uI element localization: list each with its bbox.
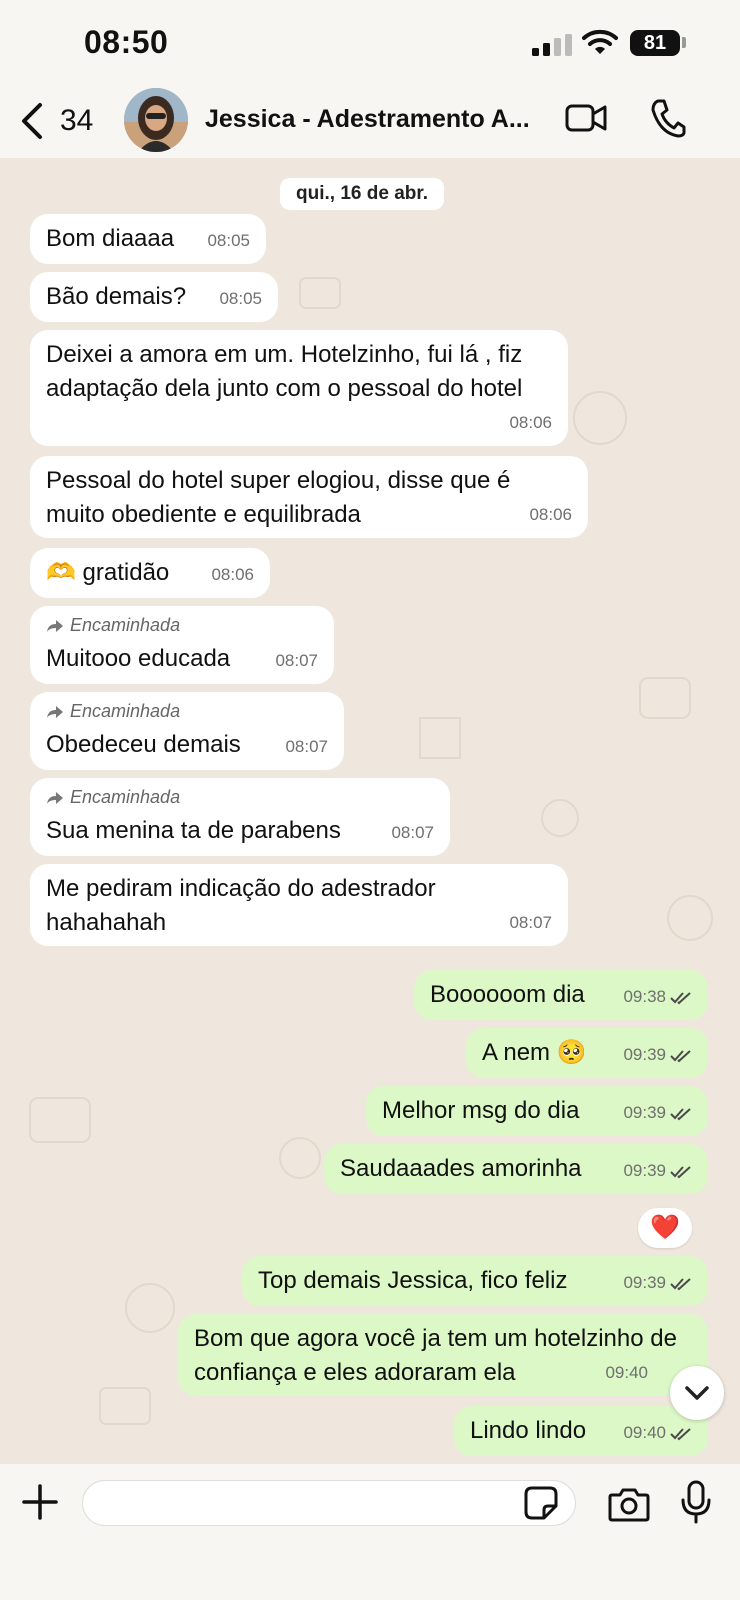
outgoing-message[interactable]: Melhor msg do dia 09:39 [366, 1086, 708, 1136]
message-text: Me pediram indicação do adestrador hahah… [46, 875, 436, 936]
double-check-icon [670, 1428, 691, 1441]
message-text: Muitooo educada [46, 645, 231, 672]
message-text: Boooooom dia [430, 981, 585, 1008]
message-time: 08:06 [509, 413, 552, 432]
date-separator: qui., 16 de abr. [280, 178, 444, 210]
video-camera-icon[interactable] [565, 100, 607, 136]
incoming-message[interactable]: 🫶 gratidão 08:06 [30, 548, 270, 598]
message-text: Deixei a amora em um. Hotelzinho, fui lá… [46, 341, 523, 402]
message-text: Top demais Jessica, fico feliz [258, 1267, 568, 1294]
message-status: 09:38 [623, 980, 692, 1014]
forwarded-message[interactable]: Encaminhada Sua menina ta de parabens 08… [30, 778, 450, 856]
message-time: 09:40 [605, 1363, 648, 1382]
message-input[interactable] [82, 1480, 576, 1526]
forwarded-label: Encaminhada [46, 614, 318, 636]
chat-area[interactable]: qui., 16 de abr. Bom diaaaa 08:05 Bão de… [0, 158, 740, 1464]
status-time: 08:50 [84, 24, 169, 60]
message-status: 09:39 [623, 1266, 692, 1300]
message-time: 09:39 [623, 1161, 666, 1180]
contact-name[interactable]: Jessica - Adestramento A... [205, 105, 535, 134]
forward-arrow-icon [47, 620, 63, 632]
incoming-message[interactable]: Bão demais? 08:05 [30, 272, 278, 322]
phone-icon[interactable] [650, 98, 686, 138]
message-text: Melhor msg do dia [382, 1097, 580, 1124]
forwarded-message[interactable]: Encaminhada Obedeceu demais 08:07 [30, 692, 344, 770]
message-time: 08:07 [275, 651, 318, 670]
chevron-down-icon [685, 1386, 709, 1400]
message-text: 🫶 gratidão [46, 559, 170, 586]
chat-header: 34 Jessica - Adestramento A... [0, 88, 740, 159]
wifi-icon [582, 29, 618, 54]
sticker-icon[interactable] [524, 1486, 558, 1520]
message-time: 09:39 [623, 1045, 666, 1064]
message-text: Lindo lindo [470, 1417, 587, 1444]
camera-icon[interactable] [608, 1486, 650, 1522]
back-unread-count[interactable]: 34 [60, 104, 93, 138]
double-check-icon [670, 1108, 691, 1121]
message-time: 08:07 [509, 913, 552, 932]
avatar-photo [124, 88, 188, 152]
battery-indicator: 81 [630, 30, 680, 56]
incoming-message[interactable]: Pessoal do hotel super elogiou, disse qu… [30, 456, 588, 538]
plus-icon[interactable] [22, 1484, 58, 1520]
message-status: 09:39 [623, 1154, 692, 1188]
forward-arrow-icon [47, 706, 63, 718]
outgoing-message[interactable]: Bom que agora você ja tem um hotelzinho … [178, 1314, 708, 1396]
outgoing-message[interactable]: Boooooom dia 09:38 [414, 970, 708, 1020]
message-time: 08:05 [207, 231, 250, 250]
heart-reaction[interactable]: ❤️ [638, 1208, 692, 1248]
message-text: Bom diaaaa [46, 225, 175, 252]
double-check-icon [670, 992, 691, 1005]
forwarded-message[interactable]: Encaminhada Muitooo educada 08:07 [30, 606, 334, 684]
forwarded-label: Encaminhada [46, 700, 328, 722]
outgoing-message[interactable]: Top demais Jessica, fico feliz 09:39 [242, 1256, 708, 1306]
double-check-icon [670, 1166, 691, 1179]
incoming-message[interactable]: Deixei a amora em um. Hotelzinho, fui lá… [30, 330, 568, 446]
message-time: 09:39 [623, 1103, 666, 1122]
battery-tip [682, 37, 686, 48]
incoming-message[interactable]: Bom diaaaa 08:05 [30, 214, 266, 264]
message-text: Pessoal do hotel super elogiou, disse qu… [46, 467, 511, 528]
chevron-left-icon[interactable] [18, 102, 46, 140]
message-time: 08:05 [219, 289, 262, 308]
cellular-signal-icon [532, 34, 572, 56]
message-time: 08:07 [285, 737, 328, 756]
message-status: 09:39 [623, 1096, 692, 1130]
incoming-message[interactable]: Me pediram indicação do adestrador hahah… [30, 864, 568, 946]
outgoing-message[interactable]: A nem 🥺 09:39 [466, 1028, 708, 1078]
outgoing-message[interactable]: Saudaaades amorinha 09:39 [324, 1144, 708, 1194]
message-text: Saudaaades amorinha [340, 1155, 582, 1182]
status-bar: 08:50 81 [0, 0, 740, 88]
message-time: 09:38 [623, 987, 666, 1006]
message-time: 09:39 [623, 1273, 666, 1292]
message-time: 08:06 [211, 565, 254, 584]
message-text: Bão demais? [46, 283, 187, 310]
double-check-icon [670, 1050, 691, 1063]
avatar[interactable] [124, 88, 188, 152]
scroll-to-bottom-button[interactable] [670, 1366, 724, 1420]
message-text: Sua menina ta de parabens [46, 817, 341, 844]
message-text: Obedeceu demais [46, 731, 241, 758]
message-composer [0, 1464, 740, 1600]
forward-arrow-icon [47, 792, 63, 804]
message-time: 09:40 [623, 1423, 666, 1442]
microphone-icon[interactable] [680, 1480, 712, 1524]
message-status: 09:39 [623, 1038, 692, 1072]
message-text: A nem 🥺 [482, 1039, 587, 1066]
message-time: 08:06 [529, 505, 572, 524]
forwarded-label: Encaminhada [46, 786, 434, 808]
message-status: 09:40 [623, 1416, 692, 1450]
message-time: 08:07 [391, 823, 434, 842]
double-check-icon [670, 1278, 691, 1291]
